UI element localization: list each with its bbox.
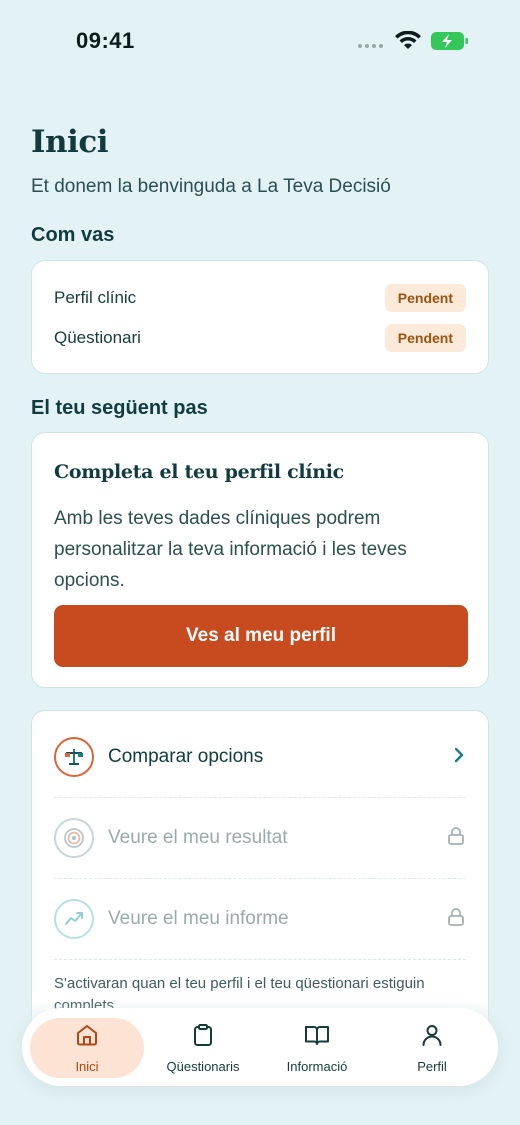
tab-label: Informació: [286, 1059, 348, 1074]
action-label: Comparar opcions: [108, 746, 264, 767]
action-label: Veure el meu informe: [108, 908, 289, 929]
compare-options-row[interactable]: Comparar opcions: [54, 717, 466, 797]
progress-item-label: Qüestionari: [54, 328, 141, 347]
tab-profile[interactable]: Perfil: [375, 1018, 489, 1078]
target-icon: [54, 818, 94, 858]
actions-card: Comparar opcions Veure el meu resultat V…: [31, 710, 489, 1050]
trend-chart-icon: [54, 899, 94, 939]
lock-icon: [446, 907, 466, 932]
tab-label: Perfil: [417, 1059, 447, 1074]
balance-scale-icon: [54, 737, 94, 777]
tab-bar: Inici Qüestionaris Informació Perfil: [22, 1008, 498, 1086]
status-bar: 09:41: [0, 0, 520, 80]
progress-item-questionnaire: Qüestionari Pendent: [54, 323, 466, 353]
next-step-section-title: El teu següent pas: [31, 397, 208, 419]
tab-questionnaires[interactable]: Qüestionaris: [146, 1018, 260, 1078]
chevron-right-icon: [452, 746, 466, 769]
next-step-card: Completa el teu perfil clínic Amb les te…: [31, 432, 489, 688]
clipboard-icon: [190, 1022, 216, 1053]
progress-card: Perfil clínic Pendent Qüestionari Penden…: [31, 260, 489, 374]
page-title: Inici: [31, 124, 108, 160]
status-badge: Pendent: [384, 324, 466, 352]
go-to-profile-button[interactable]: Ves al meu perfil: [54, 605, 468, 667]
wifi-icon: [394, 30, 422, 56]
cellular-signal-icon: [358, 44, 383, 48]
view-report-row: Veure el meu informe: [54, 879, 466, 959]
tab-label: Qüestionaris: [166, 1059, 240, 1074]
progress-section-title: Com vas: [31, 224, 115, 246]
next-step-description: Amb les teves dades clíniques podrem per…: [54, 508, 407, 591]
next-step-card-title: Completa el teu perfil clínic: [54, 461, 344, 483]
page-subtitle: Et donem la benvinguda a La Teva Decisió: [31, 176, 391, 197]
tab-label: Inici: [75, 1059, 99, 1074]
status-time: 09:41: [76, 28, 135, 53]
book-icon: [303, 1022, 331, 1053]
progress-item-clinical-profile: Perfil clínic Pendent: [54, 283, 466, 313]
tab-home[interactable]: Inici: [30, 1018, 144, 1078]
battery-charging-icon: [431, 31, 469, 51]
home-icon: [74, 1022, 100, 1053]
tab-information[interactable]: Informació: [260, 1018, 374, 1078]
progress-item-label: Perfil clínic: [54, 288, 137, 307]
status-badge: Pendent: [384, 284, 466, 312]
user-icon: [419, 1022, 445, 1053]
action-label: Veure el meu resultat: [108, 827, 288, 848]
divider: [54, 959, 466, 960]
lock-icon: [446, 826, 466, 851]
view-result-row: Veure el meu resultat: [54, 798, 466, 878]
